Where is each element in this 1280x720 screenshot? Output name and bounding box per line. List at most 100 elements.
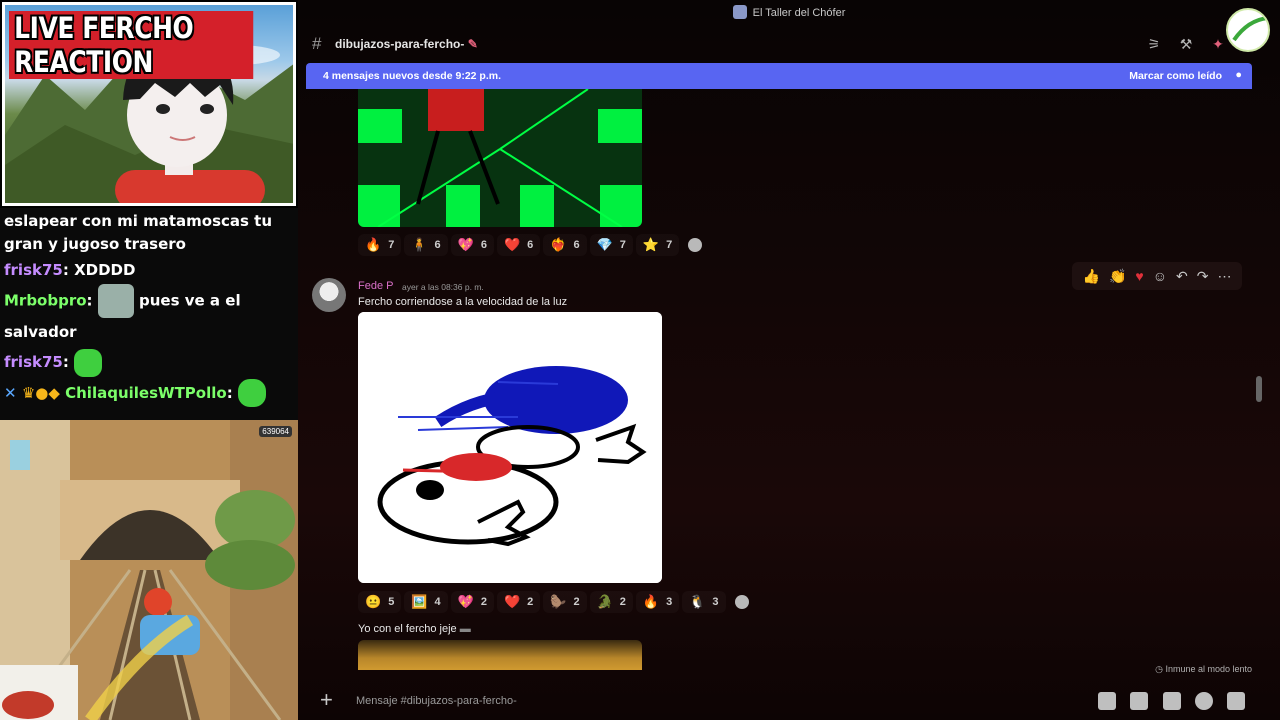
reaction-button[interactable]: 🔥 7 <box>358 234 401 256</box>
subway-game-scene <box>0 420 298 720</box>
clock-icon: ◷ <box>1155 664 1166 674</box>
server-icon <box>732 5 747 19</box>
reaction-count: 4 <box>434 596 441 608</box>
reaction-button[interactable]: 💎 7 <box>590 234 633 256</box>
reaction-count: 3 <box>666 596 673 608</box>
reaction-count: 3 <box>712 596 719 608</box>
stream-chat: eslapear con mi matamoscas tu gran y jug… <box>0 208 298 420</box>
reaction-button[interactable]: ❤️‍🔥 6 <box>543 234 586 256</box>
add-reaction-icon[interactable]: ☺ <box>1153 268 1167 284</box>
gameplay-panel: 639064 <box>0 420 298 720</box>
chat-text: XDDDD <box>74 261 136 279</box>
heart-eyes-emote-icon <box>237 379 266 407</box>
emoji-picker-icon[interactable] <box>1195 692 1213 710</box>
add-reaction-icon[interactable] <box>688 238 703 252</box>
chat-username: Mrbobpro <box>4 291 87 310</box>
score-counter: 639064 <box>259 426 292 437</box>
reaction-button[interactable]: ❤️ 6 <box>497 234 540 256</box>
author-avatar[interactable] <box>312 278 346 312</box>
reaction-emoji-icon: 💖 <box>457 237 474 252</box>
notification-icon[interactable]: ⚒ <box>1178 36 1194 52</box>
reaction-count: 7 <box>619 239 626 251</box>
message-timestamp: ayer a las 08:36 p. m. <box>402 282 484 292</box>
apps-icon[interactable] <box>1227 692 1245 710</box>
reaction-emoji-icon: 🔥 <box>642 594 660 609</box>
message-author[interactable]: Fede P <box>358 280 393 292</box>
mark-as-read-button[interactable]: Marcar como leído <box>1129 70 1222 82</box>
chat-message: frisk75: <box>0 348 298 377</box>
reaction-button[interactable]: 🖼️ 4 <box>404 591 447 613</box>
reaction-count: 6 <box>480 239 487 251</box>
reaction-emoji-icon: 🔥 <box>365 237 382 252</box>
attachment-image[interactable] <box>358 89 642 227</box>
new-messages-bar[interactable]: 4 mensajes nuevos desde 9:22 p.m. Marcar… <box>306 63 1252 89</box>
reaction-button[interactable]: 🐧 3 <box>682 591 725 613</box>
reply-icon[interactable]: ↶ <box>1176 268 1188 285</box>
threads-icon[interactable]: ⚞ <box>1146 36 1162 52</box>
reaction-button[interactable]: 🐊 2 <box>590 591 633 613</box>
reaction-button[interactable]: 😐 5 <box>358 591 401 613</box>
thumbs-up-icon[interactable]: 👍 <box>1083 268 1100 285</box>
attachment-image[interactable] <box>358 312 662 583</box>
reaction-count: 2 <box>619 596 626 608</box>
heart-icon[interactable]: ♥ <box>1135 268 1143 284</box>
message-text: Yo con el fercho jeje ▬ <box>358 623 471 635</box>
pencil-emoji-icon: ✎ <box>464 37 478 51</box>
reaction-emoji-icon: ❤️ <box>503 237 521 252</box>
reaction-count: 6 <box>527 239 534 251</box>
webcam-panel: LIVE FERCHO REACTION <box>2 2 296 206</box>
reaction-count: 2 <box>573 596 580 608</box>
reaction-button[interactable]: 🧍 6 <box>404 234 447 256</box>
reaction-emoji-icon: ❤️ <box>503 594 521 609</box>
more-options-icon[interactable]: ⋯ <box>1217 268 1231 285</box>
clap-icon[interactable]: 👏 <box>1109 268 1126 285</box>
gift-icon[interactable] <box>1098 692 1116 710</box>
reaction-count: 2 <box>480 596 487 608</box>
add-reaction-icon[interactable] <box>734 595 749 609</box>
reaction-button[interactable]: 🔥 3 <box>636 591 679 613</box>
emoji-icon: ▬ <box>459 623 471 635</box>
green-drawing-image <box>358 89 642 227</box>
crown-badge-icon: ♛●◆ <box>21 383 60 402</box>
chat-text: eslapear con mi matamoscas tu gran y jug… <box>4 212 273 253</box>
message-actions-bar: 👍 👏 ♥ ☺ ↶ ↷ ⋯ <box>1072 262 1242 290</box>
reaction-count: 5 <box>388 596 395 608</box>
reaction-count: 7 <box>666 239 673 251</box>
scream-emote-icon <box>74 348 103 377</box>
new-messages-text: 4 mensajes nuevos desde 9:22 p.m. <box>323 70 501 82</box>
reaction-emoji-icon: 🖼️ <box>411 594 428 609</box>
reaction-emoji-icon: 🐧 <box>689 594 706 609</box>
title-bar: El Taller del Chófer <box>298 0 1280 26</box>
sticker-icon[interactable] <box>1163 692 1181 710</box>
add-attachment-button[interactable]: + <box>320 687 333 713</box>
channel-name: dibujazos-para-fercho- ✎ <box>335 37 478 51</box>
reaction-button[interactable]: 🦫 2 <box>543 591 586 613</box>
reaction-bar: 🔥 7 🧍 6 💖 6 ❤️ 6 ❤️‍🔥 6 💎 7 ⭐ 7 <box>358 234 708 256</box>
scrollbar-thumb[interactable] <box>1256 376 1262 402</box>
reaction-emoji-icon: 🧍 <box>411 237 428 252</box>
stream-title: LIVE FERCHO REACTION <box>9 11 254 79</box>
reaction-button[interactable]: 💖 6 <box>451 234 494 256</box>
reaction-button[interactable]: 💖 2 <box>451 591 494 613</box>
forward-icon[interactable]: ↷ <box>1197 268 1209 285</box>
reaction-button[interactable]: ⭐ 7 <box>636 234 679 256</box>
reaction-emoji-icon: 😐 <box>365 594 382 609</box>
reaction-emoji-icon: ⭐ <box>642 237 660 252</box>
reaction-count: 7 <box>388 239 395 251</box>
pin-icon[interactable]: ✦ <box>1210 36 1226 52</box>
reaction-count: 6 <box>434 239 441 251</box>
chat-message: Mrbobpro: pues ve a el salvador <box>0 284 298 346</box>
message-input[interactable] <box>356 692 916 710</box>
emote-icon <box>97 284 134 318</box>
reaction-button[interactable]: ❤️ 2 <box>497 591 540 613</box>
gif-icon[interactable] <box>1130 692 1148 710</box>
message-composer: + <box>306 686 1264 716</box>
sword-badge-icon: ✕ <box>4 383 17 402</box>
channel-header: # dibujazos-para-fercho- ✎ ⚞ ⚒ ✦ <box>298 30 1280 58</box>
mark-read-icon: ● <box>1235 69 1242 81</box>
message-text: Fercho corriendose a la velocidad de la … <box>358 296 568 308</box>
chat-message: ✕ ♛●◆ ChilaquilesWTPollo: <box>0 379 298 407</box>
chat-message: eslapear con mi matamoscas tu gran y jug… <box>0 208 290 256</box>
attachment-image[interactable] <box>358 640 642 670</box>
user-avatar[interactable] <box>1226 8 1270 52</box>
